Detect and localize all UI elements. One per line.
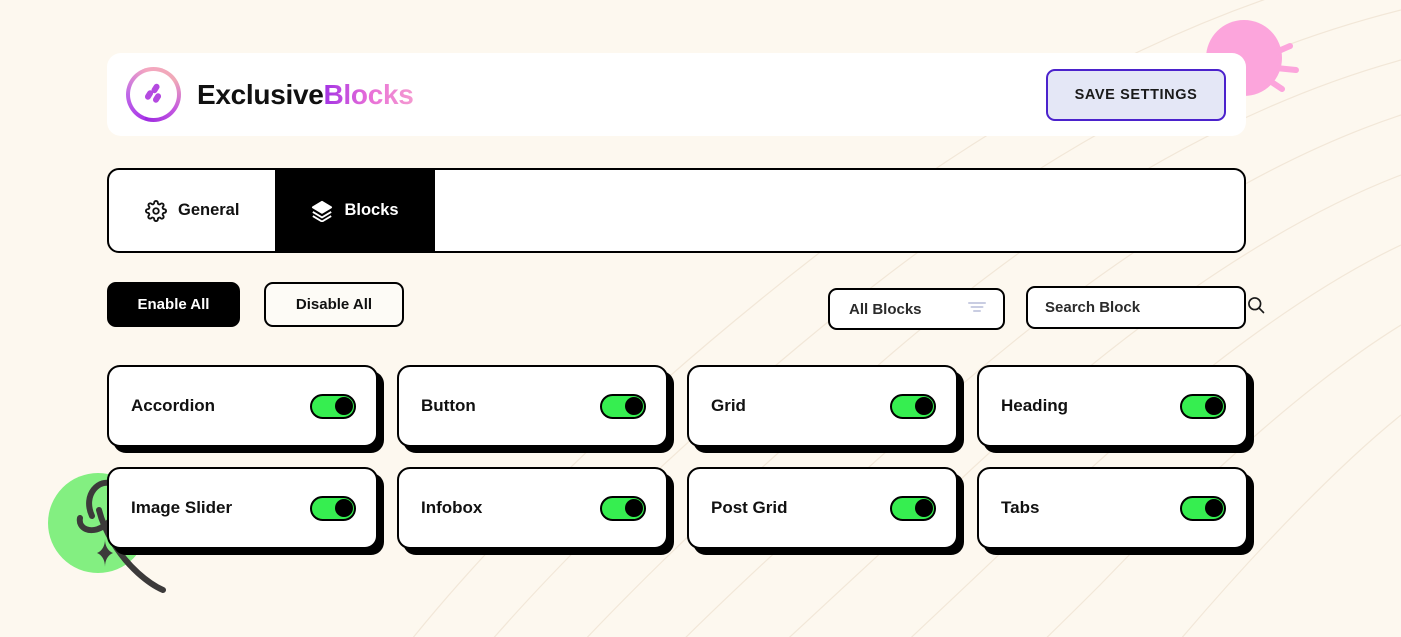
header-bar: ExclusiveBlocks SAVE SETTINGS bbox=[107, 53, 1246, 136]
block-name: Infobox bbox=[421, 498, 483, 517]
block-card-post-grid[interactable]: Post Grid bbox=[687, 467, 958, 549]
block-card-heading[interactable]: Heading bbox=[977, 365, 1248, 447]
block-card-image-slider[interactable]: Image Slider bbox=[107, 467, 378, 549]
block-name: Post Grid bbox=[711, 498, 788, 517]
tab-general[interactable]: General bbox=[109, 170, 275, 251]
block-card-grid[interactable]: Grid bbox=[687, 365, 958, 447]
block-card-button[interactable]: Button bbox=[397, 365, 668, 447]
block-toggle[interactable] bbox=[890, 495, 936, 521]
block-toggle[interactable] bbox=[310, 495, 356, 521]
block-toggle[interactable] bbox=[600, 393, 646, 419]
brand-title-part1: Exclusive bbox=[197, 78, 324, 110]
block-toggle[interactable] bbox=[1180, 393, 1226, 419]
search-block-box[interactable] bbox=[1026, 286, 1265, 329]
search-input[interactable] bbox=[1045, 299, 1246, 316]
brand-title-part2: Blocks bbox=[323, 78, 414, 110]
block-card-tabs[interactable]: Tabs bbox=[977, 467, 1248, 549]
block-toggle[interactable] bbox=[310, 393, 356, 419]
tab-blocks-label: Blocks bbox=[344, 201, 399, 219]
block-name: Tabs bbox=[1001, 498, 1040, 517]
block-name: Button bbox=[421, 396, 476, 415]
tab-general-label: General bbox=[178, 201, 240, 219]
layers-icon bbox=[311, 200, 333, 222]
logo-bars-icon bbox=[144, 83, 161, 103]
enable-all-button[interactable]: Enable All bbox=[107, 282, 240, 327]
blocks-toolbar: Enable All Disable All All Blocks bbox=[107, 282, 1265, 330]
block-name: Heading bbox=[1001, 396, 1069, 415]
save-settings-button[interactable]: SAVE SETTINGS bbox=[1046, 68, 1226, 121]
block-card-accordion[interactable]: Accordion bbox=[107, 365, 378, 447]
brand-title: ExclusiveBlocks bbox=[197, 79, 414, 111]
brand: ExclusiveBlocks bbox=[126, 67, 414, 122]
tab-bar: General Blocks bbox=[107, 168, 1246, 253]
block-filter-value: All Blocks bbox=[849, 300, 922, 318]
block-toggle[interactable] bbox=[1180, 495, 1226, 521]
block-toggle[interactable] bbox=[890, 393, 936, 419]
block-name: Accordion bbox=[131, 396, 216, 415]
exclusive-blocks-logo-icon bbox=[126, 67, 181, 122]
block-filter-dropdown[interactable]: All Blocks bbox=[828, 288, 1005, 330]
disable-all-button[interactable]: Disable All bbox=[264, 282, 404, 327]
search-icon[interactable] bbox=[1246, 295, 1266, 320]
block-toggle[interactable] bbox=[600, 495, 646, 521]
filter-icon bbox=[967, 300, 987, 319]
block-name: Image Slider bbox=[131, 498, 233, 517]
blocks-grid: Accordion Button Grid Heading Image Slid… bbox=[107, 365, 1252, 549]
block-name: Grid bbox=[711, 396, 746, 415]
gear-icon bbox=[145, 199, 167, 222]
block-card-infobox[interactable]: Infobox bbox=[397, 467, 668, 549]
tab-blocks[interactable]: Blocks bbox=[275, 170, 435, 251]
plugin-settings-page: ExclusiveBlocks SAVE SETTINGS General Bl… bbox=[0, 0, 1401, 637]
